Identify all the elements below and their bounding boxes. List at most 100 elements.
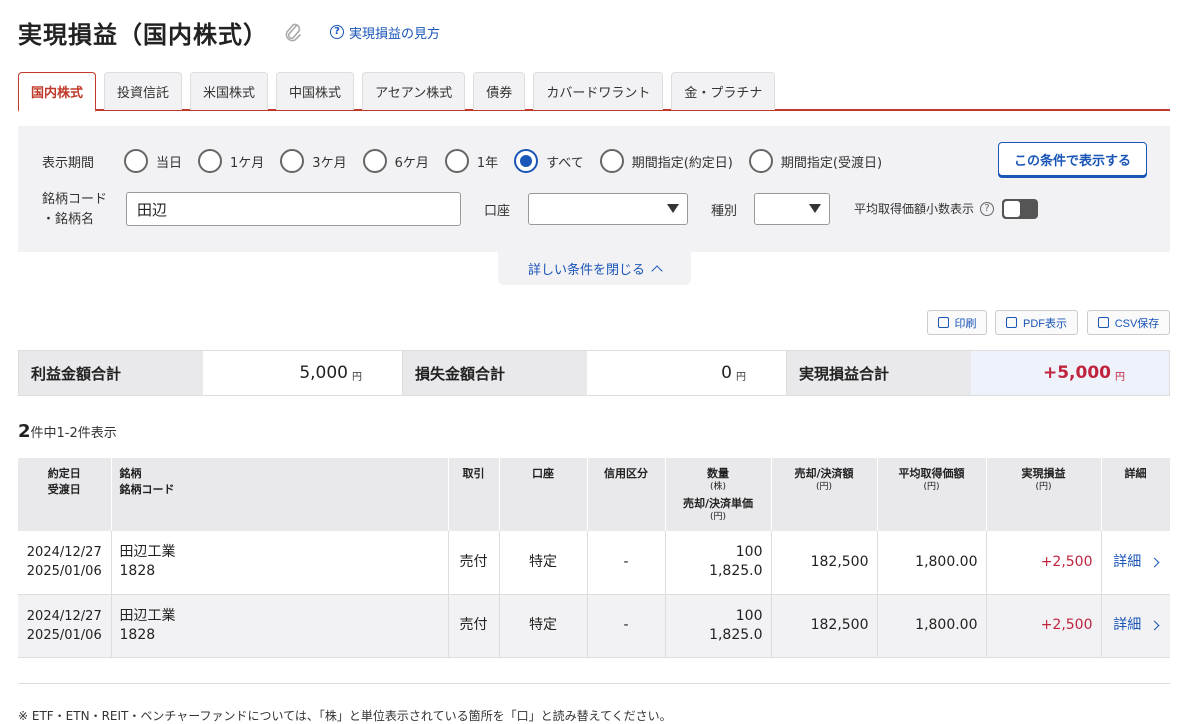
- period-6month-radio[interactable]: 6ケ月: [362, 149, 429, 173]
- period-1month-radio[interactable]: 1ケ月: [198, 149, 264, 173]
- chevron-right-icon: [1149, 557, 1160, 568]
- radio-circle: [514, 149, 539, 173]
- col-qty-price: 数量 (株) 売却/決済単価 (円): [665, 458, 772, 531]
- print-button[interactable]: 印刷: [927, 310, 987, 335]
- qty: 100: [735, 607, 763, 624]
- amount-cell: 182,500: [771, 594, 878, 658]
- result-count: 2件中1-2件表示: [18, 421, 117, 442]
- tab-gold-platinum[interactable]: 金・プラチナ: [671, 72, 776, 110]
- avg-decimal-label-text: 平均取得価額小数表示: [854, 202, 975, 216]
- avg-decimal-toggle[interactable]: [1002, 199, 1038, 219]
- col-avg-header: 平均取得価額 (円): [877, 458, 987, 531]
- summary-bar: 利益金額合計 5,000 円 損失金額合計 0円 実現損益合計 +5,000 円: [18, 350, 1170, 396]
- tab-us-stocks[interactable]: 米国株式: [190, 72, 269, 110]
- period-all-radio[interactable]: すべて: [514, 149, 584, 173]
- price: 1,825.0: [709, 626, 763, 643]
- col-qty-unit: (株): [709, 482, 727, 492]
- date-cell: 2024/12/27 2025/01/06: [18, 531, 112, 595]
- apply-conditions-button[interactable]: この条件で表示する: [998, 142, 1147, 176]
- radio-label: 1年: [476, 155, 499, 171]
- radio-label: 期間指定(受渡日): [780, 155, 883, 171]
- col-stock-name: 銘柄: [119, 467, 142, 480]
- pdf-label: PDF表示: [1023, 317, 1067, 330]
- tab-investment-trust[interactable]: 投資信託: [104, 72, 183, 110]
- radio-circle: [748, 149, 773, 173]
- period-3month-radio[interactable]: 3ケ月: [280, 149, 347, 173]
- type-select[interactable]: [754, 193, 830, 225]
- tab-asean-stocks[interactable]: アセアン株式: [362, 72, 466, 110]
- chevron-up-icon: [651, 264, 663, 277]
- detail-link[interactable]: 詳細: [1113, 553, 1160, 572]
- account-select[interactable]: [528, 193, 688, 225]
- detail-cell: 詳細: [1101, 594, 1170, 658]
- credit-cell: -: [587, 594, 666, 658]
- page-title: 実現損益（国内株式）: [18, 20, 268, 49]
- csv-button[interactable]: CSV保存: [1087, 310, 1170, 335]
- radio-circle: [198, 149, 223, 173]
- avg-cell: 1,800.00: [877, 594, 987, 658]
- col-stock: 銘柄 銘柄コード: [111, 458, 449, 531]
- loss-total-value: 0円: [587, 351, 787, 395]
- stock-name-input[interactable]: [126, 192, 461, 226]
- tab-bonds[interactable]: 債券: [473, 72, 526, 110]
- col-pl: 実現損益: [1021, 467, 1066, 480]
- date-cell: 2024/12/27 2025/01/06: [18, 594, 112, 658]
- period-settle-date-radio[interactable]: 期間指定(受渡日): [748, 149, 883, 173]
- stock-code: 1828: [119, 626, 156, 643]
- dropdown-arrow-icon: [809, 204, 821, 213]
- radio-label: 期間指定(約定日): [631, 155, 733, 171]
- tab-covered-warrants[interactable]: カバードワラント: [533, 72, 664, 110]
- col-detail: 詳細: [1101, 458, 1171, 531]
- market-tabs: 国内株式 投資信託 米国株式 中国株式 アセアン株式 債券 カバードワラント 金…: [18, 72, 1170, 112]
- col-amount: 売却/決済額: [794, 467, 854, 480]
- qty-price-cell: 100 1,825.0: [665, 531, 772, 595]
- footnote: ※ ETF・ETN・REIT・ベンチャーファンドについては、「株」と単位表示され…: [18, 709, 672, 723]
- table-row: 2024/12/27 2025/01/06 田辺工業 1828 売付 特定 - 10…: [18, 531, 1170, 595]
- tab-domestic-stocks[interactable]: 国内株式: [18, 72, 97, 112]
- settle-date: 2025/01/06: [26, 627, 102, 643]
- radio-circle: [444, 149, 469, 173]
- yen-unit: 円: [1115, 371, 1125, 383]
- qty: 100: [735, 544, 763, 561]
- filter-row: 銘柄コード ・銘柄名 口座 種別 平均取得価額小数表示 ?: [42, 190, 1152, 227]
- profit-total-label: 利益金額合計: [19, 351, 203, 395]
- csv-icon: [1097, 317, 1109, 328]
- amount-cell: 182,500: [771, 531, 878, 595]
- avg-cell: 1,800.00: [877, 531, 987, 595]
- pdf-button[interactable]: PDF表示: [995, 310, 1078, 335]
- realized-total-number: +5,000: [1042, 363, 1111, 383]
- radio-label: すべて: [546, 155, 584, 171]
- stock-code-label: 銘柄コード ・銘柄名: [42, 190, 122, 230]
- yen-unit: 円: [352, 371, 362, 383]
- tab-china-stocks[interactable]: 中国株式: [276, 72, 355, 110]
- detail-label: 詳細: [1113, 553, 1142, 570]
- table-header-row: 約定日 受渡日 銘柄 銘柄コード 取引 口座 信用区分 数量 (株) 売却/決済単価 (円…: [18, 458, 1171, 531]
- radio-label: 6ケ月: [394, 155, 429, 171]
- detail-link[interactable]: 詳細: [1113, 616, 1160, 635]
- paperclip-icon[interactable]: [284, 20, 304, 44]
- stock-code-label-line1: 銘柄コード: [42, 192, 108, 207]
- period-today-radio[interactable]: 当日: [124, 149, 182, 173]
- stock-code-label-line2: ・銘柄名: [42, 212, 95, 227]
- help-link[interactable]: ? 実現損益の見方: [330, 23, 440, 42]
- trade-cell: 売付: [448, 594, 500, 658]
- radio-circle: [362, 149, 387, 173]
- col-settle-date: 受渡日: [47, 483, 81, 496]
- period-trade-date-radio[interactable]: 期間指定(約定日): [599, 149, 733, 173]
- collapse-conditions-button[interactable]: 詳しい条件を閉じる: [498, 252, 691, 285]
- page-header: 実現損益（国内株式） ? 実現損益の見方: [18, 14, 440, 50]
- col-qty: 数量: [707, 467, 729, 480]
- detail-label: 詳細: [1113, 617, 1142, 633]
- period-1year-radio[interactable]: 1年: [444, 149, 499, 173]
- help-link-label: 実現損益の見方: [349, 26, 441, 42]
- account-label: 口座: [484, 204, 511, 219]
- pl-cell: +2,500: [986, 531, 1102, 595]
- radio-label: 3ケ月: [312, 155, 347, 171]
- realized-total-label: 実現損益合計: [787, 351, 971, 395]
- pl-cell: +2,500: [986, 594, 1102, 658]
- radio-circle: [599, 149, 624, 173]
- radio-circle: [124, 149, 148, 173]
- col-amount-unit: (円): [815, 482, 833, 492]
- col-pl-unit: (円): [1035, 482, 1052, 492]
- question-icon[interactable]: ?: [980, 201, 995, 216]
